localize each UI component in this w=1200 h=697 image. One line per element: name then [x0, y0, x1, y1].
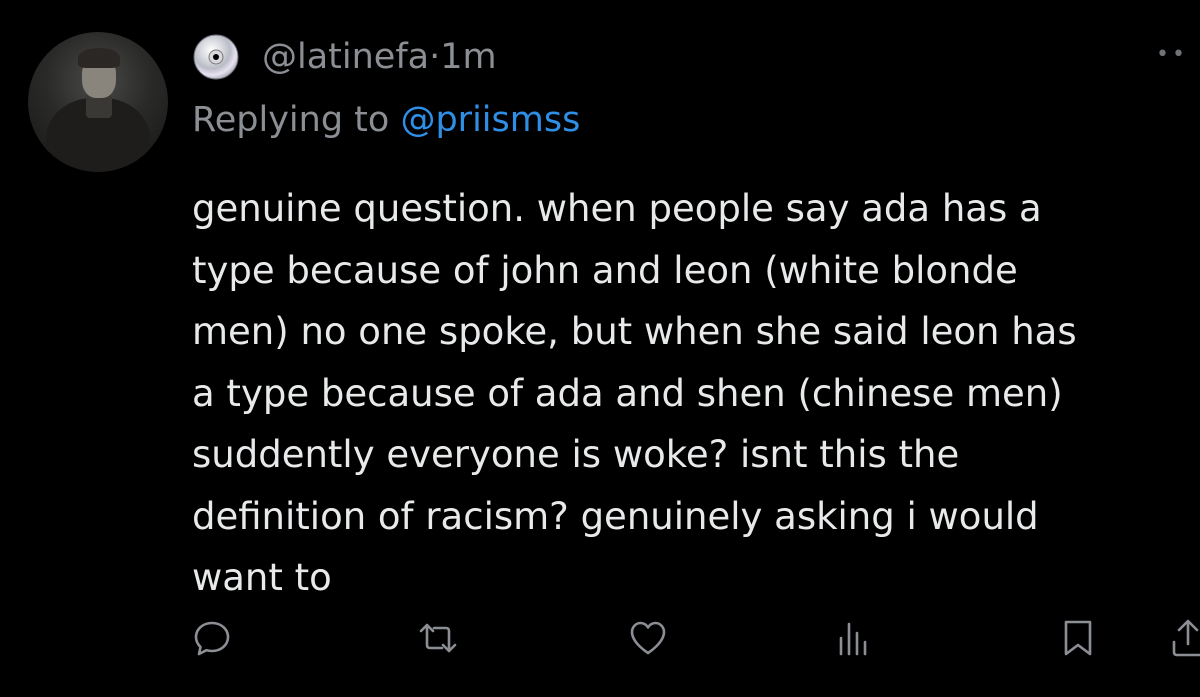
timestamp[interactable]: 1m	[440, 37, 496, 77]
author-handle[interactable]: @latinefa	[262, 37, 429, 77]
retweet-button[interactable]	[412, 612, 464, 664]
reply-button[interactable]	[186, 612, 238, 664]
share-button[interactable]	[1162, 612, 1200, 664]
bookmark-button[interactable]	[1052, 612, 1104, 664]
avatar-hair-shape	[78, 48, 120, 68]
tweet[interactable]: @latinefa·1m •• Replying to @priismss ge…	[0, 0, 1200, 697]
views-button[interactable]	[826, 612, 878, 664]
reply-context: Replying to @priismss	[192, 100, 580, 140]
heart-icon	[630, 621, 666, 655]
more-icon[interactable]: ••	[1156, 42, 1188, 67]
action-bar	[0, 612, 1200, 664]
tweet-text: genuine question. when people say ada ha…	[192, 187, 1077, 599]
share-icon	[1172, 619, 1200, 657]
cd-disc-icon	[193, 34, 239, 80]
reply-prefix: Replying to	[192, 100, 390, 140]
avatar[interactable]	[28, 32, 168, 172]
separator-dot: ·	[429, 37, 441, 77]
like-button[interactable]	[622, 612, 674, 664]
reply-mention-link[interactable]: @priismss	[400, 100, 580, 140]
author-handle-line[interactable]: @latinefa·1m	[262, 37, 497, 77]
views-icon	[839, 622, 867, 656]
reply-icon	[194, 621, 230, 656]
tweet-header: @latinefa·1m	[192, 32, 497, 82]
bookmark-icon	[1064, 620, 1092, 656]
retweet-icon	[419, 623, 457, 653]
